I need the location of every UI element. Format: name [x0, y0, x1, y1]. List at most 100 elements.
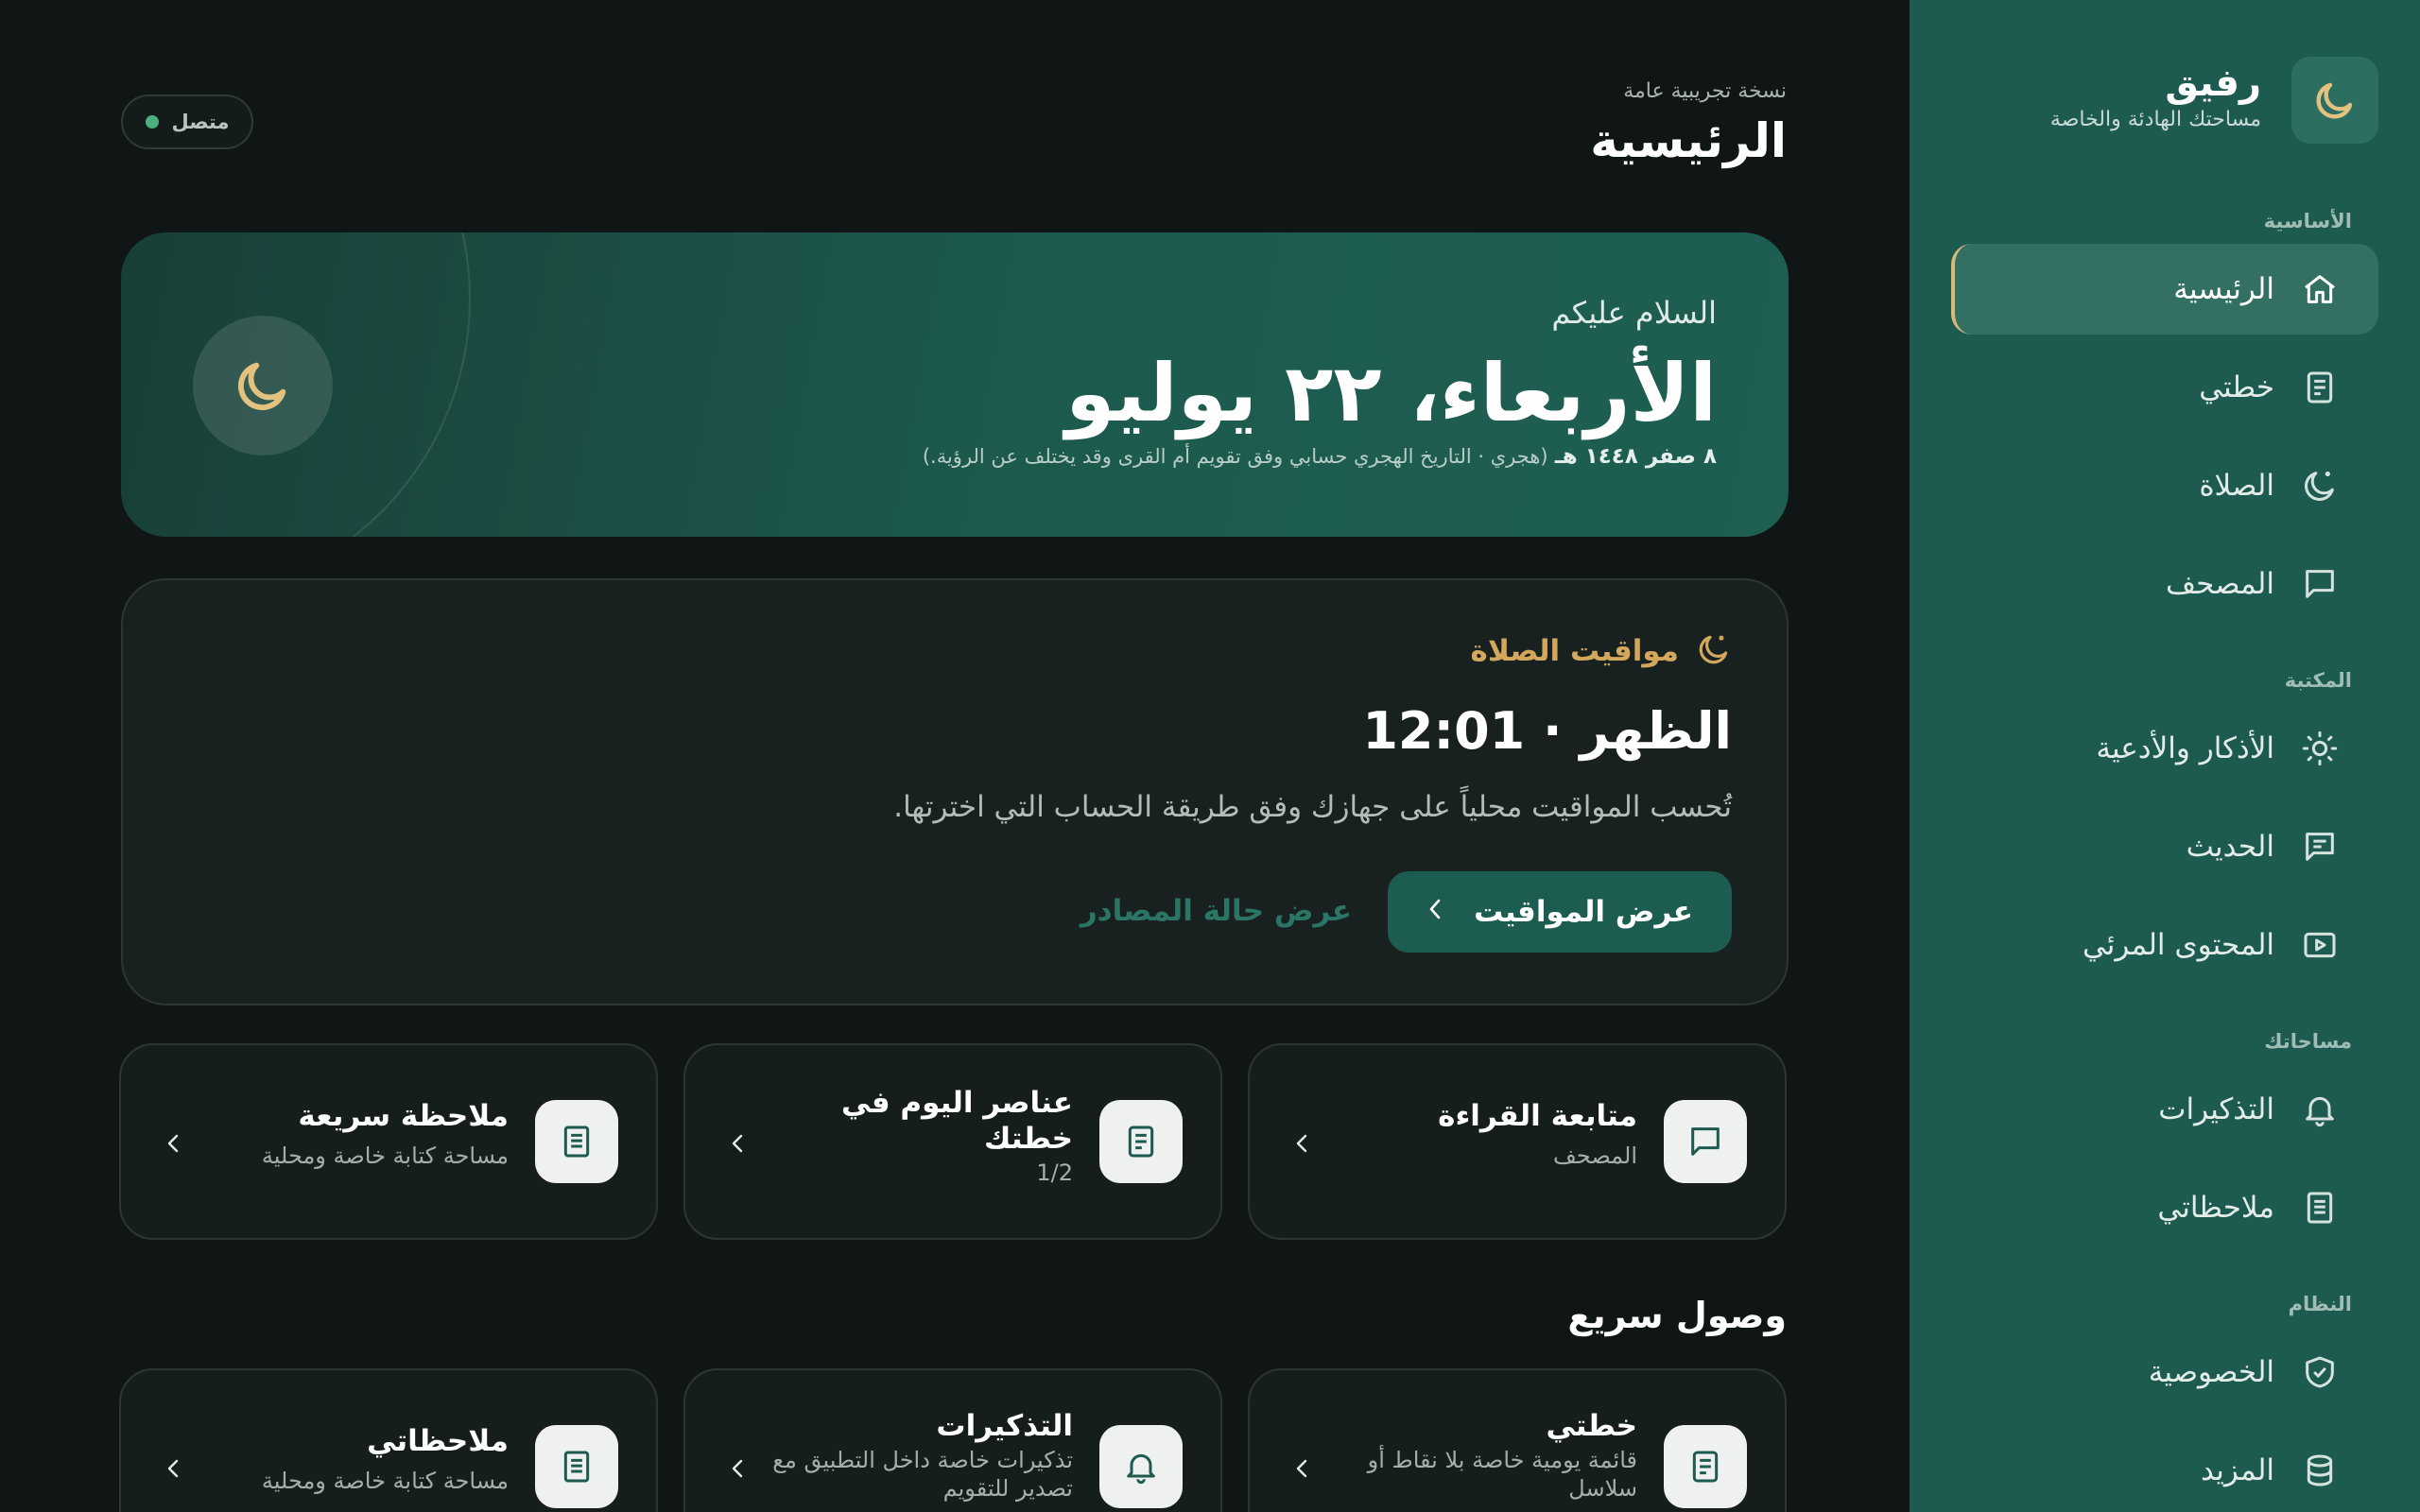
sidebar-item-notes[interactable]: ملاحظاتي [1951, 1162, 2378, 1253]
prayer-times-card: مواقيت الصلاة الظهر · 12:01 تُحسب المواق… [121, 578, 1789, 1005]
sidebar-item-label: المحتوى المرئي [2082, 928, 2274, 962]
tile-subtitle: 1/2 [1036, 1160, 1073, 1186]
hero-date: الأربعاء، ٢٢ يوليو [1065, 347, 1717, 439]
bell-icon [1099, 1425, 1183, 1508]
brand-name: رفيق [2165, 61, 2261, 105]
sidebar-item-prayer[interactable]: الصلاة [1951, 440, 2378, 531]
quick-access-reminders-tile[interactable]: التذكيرات تذكيرات خاصة داخل التطبيق مع ت… [683, 1368, 1222, 1512]
chevron-left-icon [732, 1134, 743, 1153]
status-label: متصل [171, 111, 230, 133]
sidebar-item-label: ملاحظاتي [2157, 1191, 2274, 1225]
tile-subtitle: المصحف [1552, 1143, 1637, 1169]
sidebar-item-label: الصلاة [2199, 469, 2274, 503]
sidebar-item-privacy[interactable]: الخصوصية [1951, 1327, 2378, 1418]
sidebar-section-library: المكتبة [2284, 669, 2352, 692]
chevron-left-icon [1296, 1134, 1307, 1153]
tile-subtitle: تذكيرات خاصة داخل التطبيق مع تصدير للتقو… [772, 1447, 1073, 1502]
continue-reading-tile[interactable]: متابعة القراءة المصحف [1248, 1043, 1787, 1240]
home-icon [2299, 268, 2341, 310]
view-prayer-times-button[interactable]: عرض المواقيت [1388, 871, 1732, 953]
sidebar-item-adhkar[interactable]: الأذكار والأدعية [1951, 703, 2378, 794]
sidebar-item-label: الخصوصية [2148, 1355, 2274, 1389]
video-icon [2299, 924, 2341, 966]
status-dot [145, 115, 159, 129]
chevron-left-icon [167, 1134, 179, 1153]
moon-icon [193, 316, 333, 455]
note-icon [2299, 1187, 2341, 1228]
crescent-icon [1696, 631, 1732, 671]
plan-icon [1664, 1425, 1747, 1508]
tile-title: ملاحظاتي [367, 1424, 509, 1458]
sidebar-section-core: الأساسية [2263, 210, 2352, 232]
sidebar-item-label: الحديث [2186, 830, 2274, 864]
tile-text: متابعة القراءة المصحف [1354, 1098, 1637, 1170]
status-badge: متصل [121, 94, 253, 149]
shield-check-icon [2299, 1351, 2341, 1393]
sidebar-item-video[interactable]: المحتوى المرئي [1951, 900, 2378, 990]
view-sources-status-link[interactable]: عرض حالة المصادر [1080, 894, 1352, 928]
plan-today-tile[interactable]: عناصر اليوم في خطتك 1/2 [683, 1043, 1222, 1240]
hijri-note: (هجري · التاريخ الهجري حسابي وفق تقويم أ… [922, 445, 1548, 468]
crescent-icon [2299, 465, 2341, 507]
chevron-left-icon [732, 1459, 743, 1478]
quick-access-plan-tile[interactable]: خطتي قائمة يومية خاصة بلا نقاط أو سلاسل [1248, 1368, 1787, 1512]
sidebar-item-hadith[interactable]: الحديث [1951, 801, 2378, 892]
brand-text: رفيق مساحتك الهادئة والخاصة [2050, 60, 2261, 131]
tile-text: التذكيرات تذكيرات خاصة داخل التطبيق مع ت… [770, 1408, 1073, 1503]
sidebar-item-home[interactable]: الرئيسية [1951, 244, 2378, 335]
sun-icon [2299, 728, 2341, 769]
sidebar-item-label: المزيد [2201, 1453, 2274, 1487]
tile-text: ملاحظاتي مساحة كتابة خاصة ومحلية [225, 1423, 509, 1495]
page-title: الرئيسية [1590, 113, 1787, 168]
tile-subtitle: مساحة كتابة خاصة ومحلية [261, 1468, 509, 1494]
sidebar-item-label: التذكيرات [2158, 1092, 2274, 1126]
quick-note-tile[interactable]: ملاحظة سريعة مساحة كتابة خاصة ومحلية [119, 1043, 658, 1240]
prayer-card-title: مواقيت الصلاة [1470, 634, 1679, 668]
prayer-note: تُحسب المواقيت محلياً على جهازك وفق طريق… [893, 790, 1732, 824]
prayer-card-header: مواقيت الصلاة [1471, 631, 1732, 671]
hero-greeting: السلام عليكم [1551, 295, 1717, 331]
database-icon [2299, 1450, 2341, 1491]
plan-icon [1099, 1100, 1183, 1183]
sidebar-item-label: خطتي [2199, 370, 2274, 404]
sidebar-item-label: الأذكار والأدعية [2096, 731, 2274, 765]
tile-title: عناصر اليوم في خطتك [840, 1086, 1073, 1156]
chevron-left-icon [1426, 895, 1445, 929]
sidebar-section-spaces: مساحاتك [2264, 1030, 2352, 1053]
sidebar-item-reminders[interactable]: التذكيرات [1951, 1064, 2378, 1155]
tile-title: خطتي [1546, 1409, 1637, 1443]
tile-text: ملاحظة سريعة مساحة كتابة خاصة ومحلية [225, 1098, 509, 1170]
chevron-left-icon [167, 1459, 179, 1478]
tile-text: عناصر اليوم في خطتك 1/2 [789, 1085, 1073, 1187]
quick-access-notes-tile[interactable]: ملاحظاتي مساحة كتابة خاصة ومحلية [119, 1368, 658, 1512]
sidebar-item-more[interactable]: المزيد [1951, 1425, 2378, 1512]
hijri-date: ٨ صفر ١٤٤٨ هـ [1554, 444, 1717, 469]
tile-subtitle: قائمة يومية خاصة بلا نقاط أو سلاسل [1367, 1447, 1637, 1502]
chevron-left-icon [1296, 1459, 1307, 1478]
sidebar-item-label: الرئيسية [2173, 272, 2274, 306]
greeting-hero: السلام عليكم الأربعاء، ٢٢ يوليو ٨ صفر ١٤… [121, 232, 1789, 537]
note-icon [535, 1100, 618, 1183]
hero-hijri-date: ٨ صفر ١٤٤٨ هـ (هجري · التاريخ الهجري حسا… [923, 444, 1717, 469]
brand: رفيق مساحتك الهادئة والخاصة [1951, 57, 2378, 144]
brand-subtitle: مساحتك الهادئة والخاصة [2049, 108, 2261, 131]
sidebar-item-plan[interactable]: خطتي [1951, 342, 2378, 433]
plan-icon [2299, 367, 2341, 408]
tile-text: خطتي قائمة يومية خاصة بلا نقاط أو سلاسل [1335, 1408, 1637, 1503]
sidebar-item-label: المصحف [2166, 567, 2274, 601]
sidebar: رفيق مساحتك الهادئة والخاصة الأساسية الر… [1910, 0, 2420, 1512]
bell-icon [2299, 1089, 2341, 1130]
tile-title: متابعة القراءة [1438, 1099, 1637, 1133]
moon-icon [2291, 57, 2378, 144]
current-prayer-time: الظهر · 12:01 [1362, 701, 1732, 761]
note-icon [535, 1425, 618, 1508]
sidebar-item-mushaf[interactable]: المصحف [1951, 539, 2378, 629]
tile-subtitle: مساحة كتابة خاصة ومحلية [261, 1143, 509, 1169]
quick-access-title: وصول سريع [1567, 1295, 1787, 1336]
message-square-icon [1664, 1100, 1747, 1183]
button-label: عرض المواقيت [1474, 895, 1693, 929]
page-kicker: نسخة تجريبية عامة [1623, 79, 1787, 103]
tile-title: التذكيرات [936, 1409, 1073, 1443]
message-text-icon [2299, 826, 2341, 868]
tile-title: ملاحظة سريعة [298, 1099, 509, 1133]
